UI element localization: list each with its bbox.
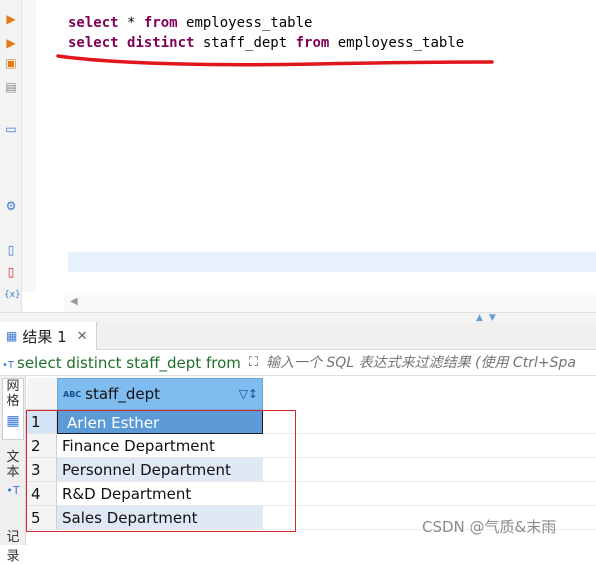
close-icon[interactable]: ✕	[77, 329, 88, 344]
filter-sort-icon[interactable]: ▽↕	[239, 387, 258, 401]
watermark: CSDN @气质&末雨	[422, 518, 557, 536]
tab-text-label: 文本	[2, 450, 24, 480]
cell-staff-dept[interactable]: Finance Department	[57, 434, 263, 458]
load-plan-icon[interactable]: ▤	[4, 80, 18, 94]
editor-ruler	[22, 0, 36, 292]
settings-icon[interactable]: ⚙	[4, 199, 18, 213]
row-filler	[263, 482, 596, 506]
tab-label-char: 网	[6, 379, 20, 394]
sql-keyword: from	[295, 35, 330, 51]
run-statement-icon[interactable]: ▶	[4, 12, 18, 26]
cell-staff-dept[interactable]: Arlen Esther	[57, 410, 263, 434]
table-row[interactable]: 3 Personnel Department	[27, 458, 596, 482]
text-icon: •T	[6, 484, 20, 497]
tab-record-label: 记录	[2, 526, 24, 564]
tab-label-char: 本	[6, 465, 20, 480]
red-underline-annotation	[56, 54, 494, 67]
row-filler	[263, 458, 596, 482]
row-number-header	[27, 378, 57, 410]
view-mode-tabs: 网格 ▦ 文本 •T 记录	[0, 376, 26, 564]
scroll-left-icon[interactable]: ◀	[70, 296, 78, 307]
string-type-icon: ABC	[63, 389, 82, 399]
query-preview-text: select distinct staff_dept from	[17, 353, 241, 372]
filter-input[interactable]	[265, 354, 596, 371]
row-number[interactable]: 4	[27, 482, 57, 506]
result-tab-bar: ▦ 结果 1 ✕	[0, 322, 596, 350]
tab-label-char: 录	[6, 549, 20, 564]
panel-splitter[interactable]: ▲▼	[0, 312, 596, 323]
table-row[interactable]: 1 Arlen Esther	[27, 410, 596, 434]
sql-text: employess_table	[177, 15, 313, 31]
variables-icon[interactable]: {x}	[4, 288, 21, 302]
tab-text[interactable]: 文本 •T	[2, 450, 24, 520]
tab-record[interactable]: 记录	[2, 526, 24, 564]
row-number[interactable]: 1	[27, 410, 57, 434]
query-tag: •T	[2, 359, 15, 371]
code-line[interactable]: select distinct staff_dept from employes…	[68, 33, 464, 53]
row-number[interactable]: 2	[27, 434, 57, 458]
table-row[interactable]: 4 R&D Department	[27, 482, 596, 506]
sql-editor[interactable]: select * from employess_table select dis…	[36, 0, 596, 292]
sql-keyword: from	[143, 15, 178, 31]
row-filler	[263, 434, 596, 458]
horizontal-scrollbar[interactable]: ◀	[64, 292, 596, 312]
tab-label-char: 文	[6, 450, 20, 465]
new-script-icon[interactable]: ▯	[4, 265, 18, 279]
sql-text: *	[118, 15, 144, 31]
sql-text: employess_table	[329, 35, 465, 51]
tab-grid[interactable]: 网格 ▦	[2, 378, 24, 440]
tab-grid-label: 网格	[3, 379, 23, 409]
tab-label: 结果 1	[22, 327, 67, 346]
cell-staff-dept[interactable]: R&D Department	[57, 482, 263, 506]
grid-icon: ▦	[6, 413, 20, 429]
row-number[interactable]: 3	[27, 458, 57, 482]
code-line[interactable]: select * from employess_table	[68, 13, 312, 33]
sql-keyword: distinct	[127, 35, 195, 51]
current-line-highlight	[68, 252, 596, 272]
sql-text: staff_dept	[194, 35, 296, 51]
explain-plan-icon[interactable]: ▣	[4, 56, 18, 70]
filter-bar: •T select distinct staff_dept from ⛶	[0, 350, 596, 376]
cell-staff-dept[interactable]: Sales Department	[57, 506, 263, 530]
column-header-staff-dept[interactable]: ABC staff_dept ▽↕	[57, 378, 263, 410]
table-icon: ▦	[6, 329, 18, 343]
query-preview[interactable]: •T select distinct staff_dept from	[2, 354, 241, 372]
export-icon[interactable]: ▯	[4, 243, 18, 257]
sql-keyword: select	[68, 35, 119, 51]
row-filler	[263, 410, 596, 434]
sql-keyword: select	[68, 15, 119, 31]
editor-toolbar: ▶ ▶ ▣ ▤ ▭ ⚙ ▯ ▯ {x}	[0, 0, 22, 320]
run-script-icon[interactable]: ▶	[4, 36, 18, 50]
row-number[interactable]: 5	[27, 506, 57, 530]
column-name: staff_dept	[85, 385, 161, 403]
tab-label-char: 记	[6, 530, 20, 545]
console-icon[interactable]: ▭	[4, 122, 18, 136]
expand-icon[interactable]: ⛶	[249, 355, 258, 370]
tab-result-1[interactable]: ▦ 结果 1 ✕	[0, 322, 97, 350]
tab-label-char: 格	[6, 394, 20, 409]
table-row[interactable]: 2 Finance Department	[27, 434, 596, 458]
cell-staff-dept[interactable]: Personnel Department	[57, 458, 263, 482]
